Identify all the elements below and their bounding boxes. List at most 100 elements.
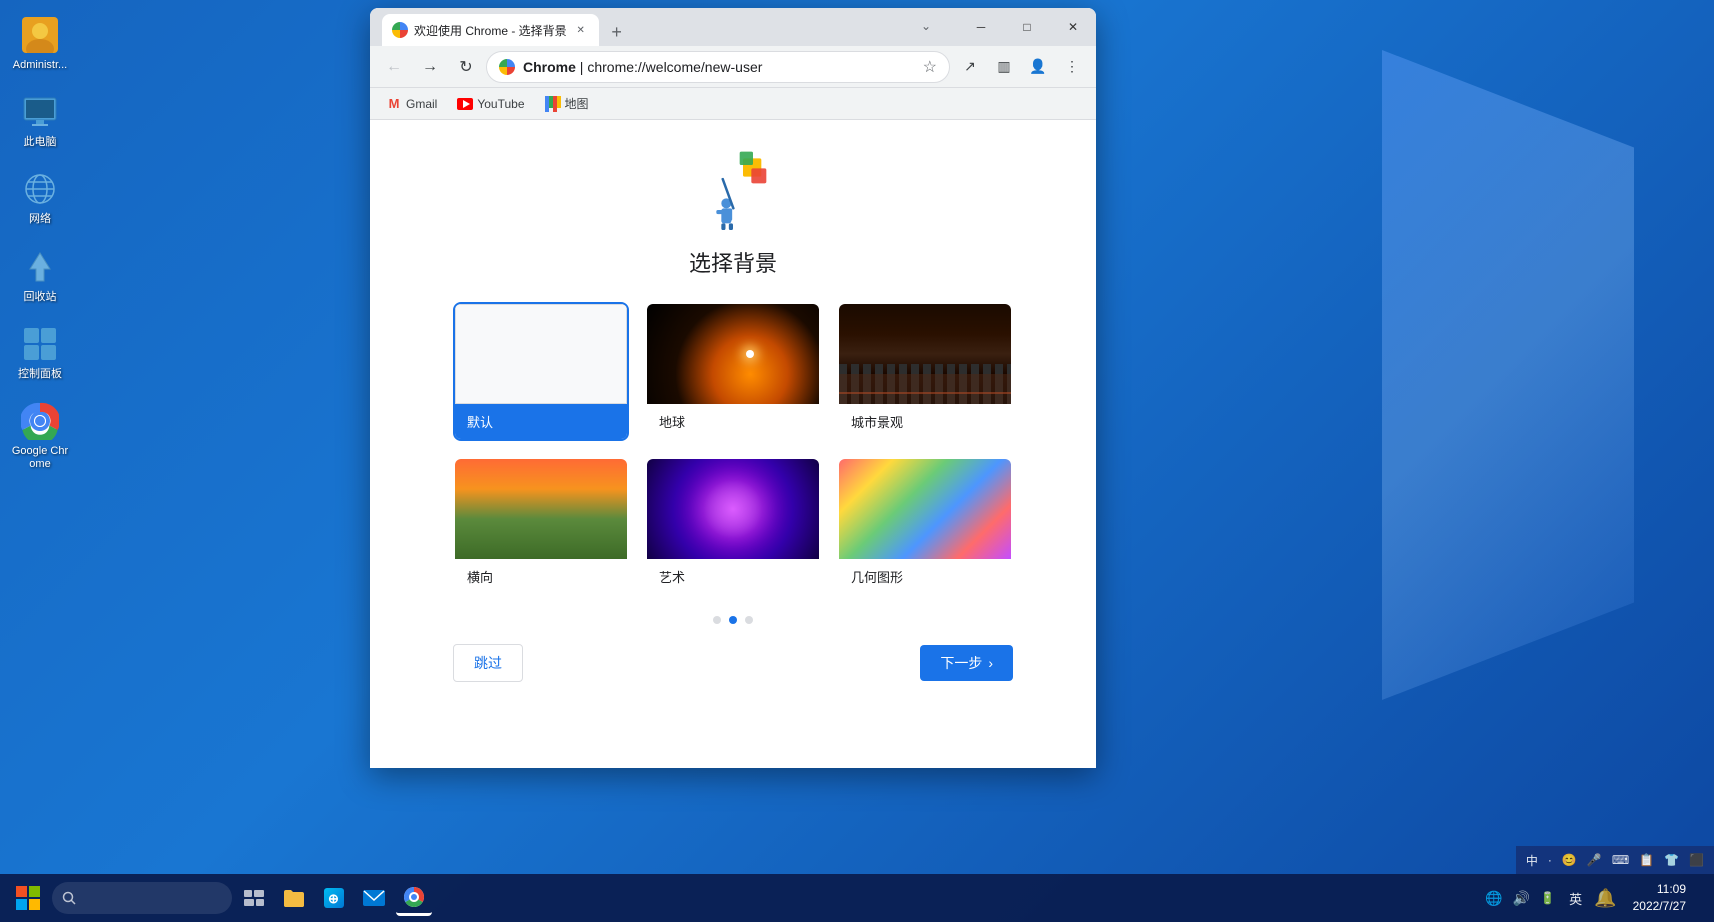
youtube-icon xyxy=(457,96,473,112)
desktop-icon-chrome[interactable]: Google Chrome xyxy=(4,396,76,476)
tab-title: 欢迎使用 Chrome - 选择背景 xyxy=(414,22,567,39)
show-desktop-button[interactable] xyxy=(1698,878,1706,918)
ime-shirt[interactable]: 👕 xyxy=(1660,851,1683,869)
bg-card-earth[interactable]: 地球 xyxy=(645,302,821,441)
desktop-icon-recycle[interactable]: 回收站 xyxy=(4,242,76,309)
bg-label-default: 默认 xyxy=(455,404,627,439)
bookmarks-bar: M Gmail YouTube xyxy=(370,88,1096,120)
forward-button[interactable]: → xyxy=(414,51,446,83)
sidebar-button[interactable]: ▥ xyxy=(988,51,1020,83)
next-arrow-icon: › xyxy=(988,655,993,671)
bookmark-youtube[interactable]: YouTube xyxy=(449,92,532,116)
desktop-icon-control[interactable]: 控制面板 xyxy=(4,319,76,386)
recycle-icon xyxy=(20,247,60,287)
file-explorer-button[interactable] xyxy=(276,880,312,916)
ime-settings[interactable]: ⬛ xyxy=(1685,851,1708,869)
battery-tray-icon[interactable]: 🔋 xyxy=(1538,889,1557,907)
chrome-desktop-icon xyxy=(20,401,60,441)
bg-card-art[interactable]: 艺术 xyxy=(645,457,821,596)
desktop-icon-admin[interactable]: Administr... xyxy=(4,10,76,77)
bookmark-gmail[interactable]: M Gmail xyxy=(378,92,445,116)
bg-label-landscape: 横向 xyxy=(455,559,627,594)
navigation-toolbar: ← → ↻ Chrome | chrome://welcome/new-user… xyxy=(370,46,1096,88)
mail-button[interactable] xyxy=(356,880,392,916)
clock-time: 11:09 xyxy=(1657,881,1686,898)
bg-thumb-default xyxy=(455,304,627,404)
bg-label-art: 艺术 xyxy=(647,559,819,594)
bg-label-city: 城市景观 xyxy=(839,404,1011,439)
language-indicator[interactable]: 英 xyxy=(1565,889,1586,908)
bg-label-geo: 几何图形 xyxy=(839,559,1011,594)
bookmark-maps[interactable]: 地图 xyxy=(537,91,597,116)
ime-chinese[interactable]: 中 xyxy=(1522,850,1542,871)
bg-card-city[interactable]: 城市景观 xyxy=(837,302,1013,441)
bg-thumb-earth xyxy=(647,304,819,404)
next-button[interactable]: 下一步 › xyxy=(920,645,1013,681)
bg-thumb-geo xyxy=(839,459,1011,559)
tab-dropdown-icon[interactable]: ⌄ xyxy=(916,16,936,36)
tab-close-button[interactable]: ✕ xyxy=(573,22,589,38)
desktop: Administr... 此电脑 xyxy=(0,0,1714,922)
pagination-dot-1[interactable] xyxy=(713,616,721,624)
desktop-icons-area: Administr... 此电脑 xyxy=(0,0,80,491)
url-path: chrome://welcome/new-user xyxy=(587,59,762,75)
active-tab[interactable]: 欢迎使用 Chrome - 选择背景 ✕ xyxy=(382,14,599,46)
next-label: 下一步 xyxy=(940,653,982,673)
bg-card-geo[interactable]: 几何图形 xyxy=(837,457,1013,596)
page-content: 选择背景 默认 地球 xyxy=(370,120,1096,768)
desktop-icon-network[interactable]: 网络 xyxy=(4,164,76,231)
skip-button[interactable]: 跳过 xyxy=(453,644,523,682)
bookmark-star-icon[interactable]: ☆ xyxy=(923,57,937,77)
page-illustration xyxy=(683,140,783,230)
ime-clipboard[interactable]: 📋 xyxy=(1635,851,1658,869)
ime-mic[interactable]: 🎤 xyxy=(1583,851,1606,869)
reload-button[interactable]: ↻ xyxy=(450,51,482,83)
chrome-desktop-label: Google Chrome xyxy=(9,445,71,471)
ime-dot[interactable]: · xyxy=(1544,851,1556,869)
taskbar-search[interactable] xyxy=(52,882,232,914)
site-favicon xyxy=(499,59,515,75)
address-bar[interactable]: Chrome | chrome://welcome/new-user ☆ xyxy=(486,51,950,83)
pagination-dot-2[interactable] xyxy=(729,616,737,624)
bg-label-earth: 地球 xyxy=(647,404,819,439)
bg-thumb-art xyxy=(647,459,819,559)
network-tray-icon[interactable]: 🌐 xyxy=(1483,888,1504,909)
pagination-dot-3[interactable] xyxy=(745,616,753,624)
maximize-button[interactable]: □ xyxy=(1004,8,1050,46)
chrome-taskbar-button[interactable] xyxy=(396,880,432,916)
ime-toolbar: 中 · 😊 🎤 ⌨ 📋 👕 ⬛ xyxy=(1516,846,1714,874)
task-view-button[interactable] xyxy=(236,880,272,916)
tab-bar: 欢迎使用 Chrome - 选择背景 ✕ + xyxy=(378,14,631,46)
bg-thumb-landscape xyxy=(455,459,627,559)
volume-tray-icon[interactable]: 🔊 xyxy=(1511,888,1532,909)
store-button[interactable]: ⊕ xyxy=(316,880,352,916)
title-bar: 欢迎使用 Chrome - 选择背景 ✕ + ⌄ ─ □ ✕ xyxy=(370,8,1096,46)
new-tab-button[interactable]: + xyxy=(603,18,631,46)
page-actions: 跳过 下一步 › xyxy=(453,644,1013,682)
close-button[interactable]: ✕ xyxy=(1050,8,1096,46)
ime-keyboard[interactable]: ⌨ xyxy=(1608,851,1633,869)
system-tray: 🌐 🔊 🔋 xyxy=(1479,888,1561,909)
youtube-label: YouTube xyxy=(477,97,524,111)
bg-card-default[interactable]: 默认 xyxy=(453,302,629,441)
share-button[interactable]: ↗ xyxy=(954,51,986,83)
clock-date: 2022/7/27 xyxy=(1633,898,1686,915)
url-display: Chrome | chrome://welcome/new-user xyxy=(523,59,915,75)
control-icon xyxy=(20,324,60,364)
desktop-icon-computer[interactable]: 此电脑 xyxy=(4,87,76,154)
page-title: 选择背景 xyxy=(689,246,777,278)
notification-icon[interactable]: 🔔 xyxy=(1590,888,1620,909)
control-label: 控制面板 xyxy=(18,368,62,381)
tab-extra-controls: ⌄ xyxy=(916,16,936,36)
taskbar-clock[interactable]: 11:09 2022/7/27 xyxy=(1625,881,1694,915)
ime-emoji[interactable]: 😊 xyxy=(1558,851,1581,869)
menu-button[interactable]: ⋮ xyxy=(1056,51,1088,83)
bg-card-landscape[interactable]: 横向 xyxy=(453,457,629,596)
gmail-icon: M xyxy=(386,96,402,112)
start-button[interactable] xyxy=(8,878,48,918)
minimize-button[interactable]: ─ xyxy=(958,8,1004,46)
profile-button[interactable]: 👤 xyxy=(1022,51,1054,83)
back-button[interactable]: ← xyxy=(378,51,410,83)
background-grid: 默认 地球 城市景观 横向 xyxy=(453,302,1013,596)
computer-label: 此电脑 xyxy=(24,136,57,149)
